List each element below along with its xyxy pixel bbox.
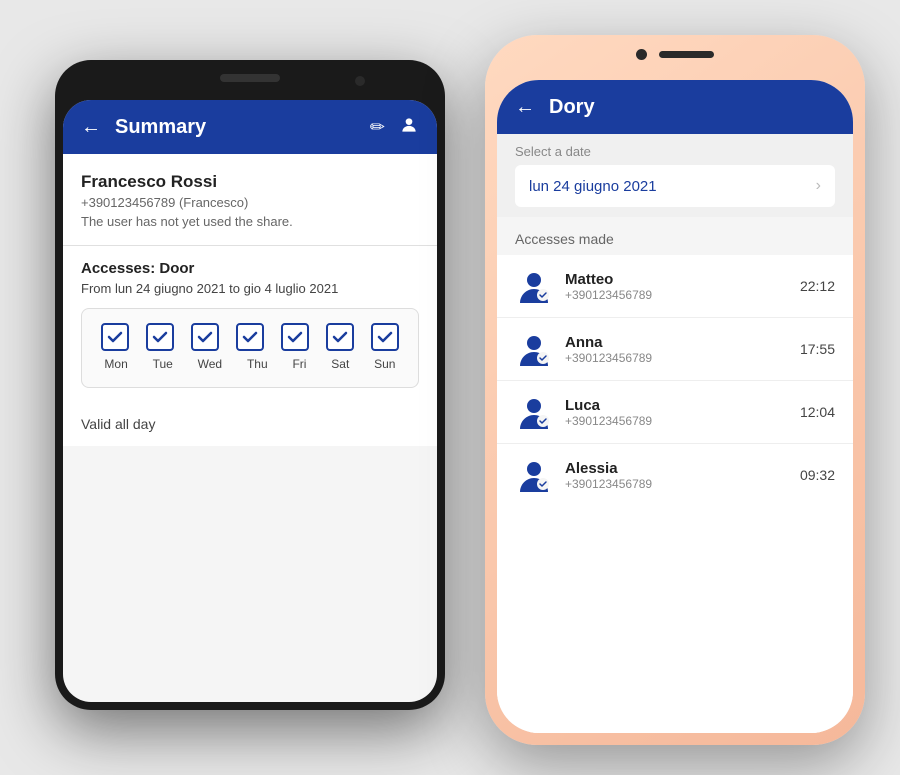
accesses-door-label: Accesses: Door: [81, 260, 419, 277]
checkmark-fri: [281, 323, 309, 351]
checkmark-mon: [101, 323, 129, 351]
access-time-luca: 12:04: [800, 404, 835, 420]
avatar-anna: [515, 330, 553, 368]
day-sun: [371, 323, 399, 351]
accesses-date-range: From lun 24 giugno 2021 to gio 4 luglio …: [81, 281, 419, 296]
label-sat: Sat: [331, 357, 349, 371]
iphone-camera: [636, 49, 647, 60]
android-speaker: [220, 74, 280, 82]
day-mon: [101, 323, 129, 351]
access-phone-matteo: +390123456789: [565, 288, 788, 302]
label-fri: Fri: [292, 357, 306, 371]
dory-screen: Select a date lun 24 giugno 2021 › Acces…: [497, 134, 853, 733]
access-info-matteo: Matteo +390123456789: [565, 271, 788, 302]
access-info-luca: Luca +390123456789: [565, 397, 788, 428]
checkmarks-row: [92, 323, 408, 351]
access-name-matteo: Matteo: [565, 271, 788, 288]
days-container: Mon Tue Wed Thu Fri Sat Sun: [81, 308, 419, 388]
label-mon: Mon: [104, 357, 127, 371]
user-status: The user has not yet used the share.: [81, 214, 419, 245]
accesses-made-title: Accesses made: [515, 231, 835, 247]
list-item[interactable]: Luca +390123456789 12:04: [497, 381, 853, 444]
label-tue: Tue: [153, 357, 173, 371]
access-phone-anna: +390123456789: [565, 351, 788, 365]
access-phone-alessia: +390123456789: [565, 477, 788, 491]
iphone-speaker: [659, 51, 714, 58]
phone-iphone: ← Dory Select a date lun 24 giugno 2021 …: [485, 35, 865, 745]
access-time-anna: 17:55: [800, 341, 835, 357]
access-list: Matteo +390123456789 22:12: [497, 255, 853, 733]
dory-back-button[interactable]: ←: [515, 96, 535, 119]
user-icon[interactable]: [399, 115, 419, 140]
edit-icon[interactable]: ✏: [370, 117, 385, 138]
chevron-right-icon: ›: [816, 177, 821, 195]
label-wed: Wed: [198, 357, 222, 371]
android-screen: ← Summary ✏ Francesco Rossi +39012345678…: [63, 100, 437, 702]
date-row[interactable]: lun 24 giugno 2021 ›: [515, 165, 835, 207]
select-date-label: Select a date: [515, 144, 835, 159]
user-name: Francesco Rossi: [81, 172, 419, 192]
access-name-alessia: Alessia: [565, 460, 788, 477]
list-item[interactable]: Alessia +390123456789 09:32: [497, 444, 853, 506]
accesses-made-section: Accesses made: [497, 217, 853, 255]
user-info-section: Francesco Rossi +390123456789 (Francesco…: [63, 154, 437, 246]
checkmark-thu: [236, 323, 264, 351]
access-time-alessia: 09:32: [800, 467, 835, 483]
checkmark-sun: [371, 323, 399, 351]
day-fri: [281, 323, 309, 351]
user-phone: +390123456789 (Francesco): [81, 195, 419, 210]
day-thu: [236, 323, 264, 351]
access-time-matteo: 22:12: [800, 278, 835, 294]
access-info-anna: Anna +390123456789: [565, 334, 788, 365]
dory-title: Dory: [549, 96, 835, 119]
valid-all-day: Valid all day: [63, 402, 437, 446]
day-wed: [191, 323, 219, 351]
scene: ← Summary ✏ Francesco Rossi +39012345678…: [0, 0, 900, 775]
day-sat: [326, 323, 354, 351]
list-item[interactable]: Anna +390123456789 17:55: [497, 318, 853, 381]
access-phone-luca: +390123456789: [565, 414, 788, 428]
iphone-screen: ← Dory Select a date lun 24 giugno 2021 …: [497, 80, 853, 733]
checkmark-sat: [326, 323, 354, 351]
android-camera: [355, 76, 365, 86]
access-name-anna: Anna: [565, 334, 788, 351]
checkmark-tue: [146, 323, 174, 351]
day-tue: [146, 323, 174, 351]
date-value: lun 24 giugno 2021: [529, 178, 657, 195]
accesses-section: Accesses: Door From lun 24 giugno 2021 t…: [63, 246, 437, 402]
avatar-matteo: [515, 267, 553, 305]
labels-row: Mon Tue Wed Thu Fri Sat Sun: [92, 357, 408, 371]
back-button[interactable]: ←: [81, 116, 101, 139]
summary-title: Summary: [115, 116, 356, 139]
dory-header: ← Dory: [497, 80, 853, 134]
access-name-luca: Luca: [565, 397, 788, 414]
access-info-alessia: Alessia +390123456789: [565, 460, 788, 491]
date-section: Select a date lun 24 giugno 2021 ›: [497, 134, 853, 217]
label-thu: Thu: [247, 357, 268, 371]
summary-header: ← Summary ✏: [63, 100, 437, 154]
avatar-alessia: [515, 456, 553, 494]
checkmark-wed: [191, 323, 219, 351]
avatar-luca: [515, 393, 553, 431]
label-sun: Sun: [374, 357, 395, 371]
iphone-notch: [636, 49, 714, 60]
list-item[interactable]: Matteo +390123456789 22:12: [497, 255, 853, 318]
phone-android: ← Summary ✏ Francesco Rossi +39012345678…: [55, 60, 445, 710]
